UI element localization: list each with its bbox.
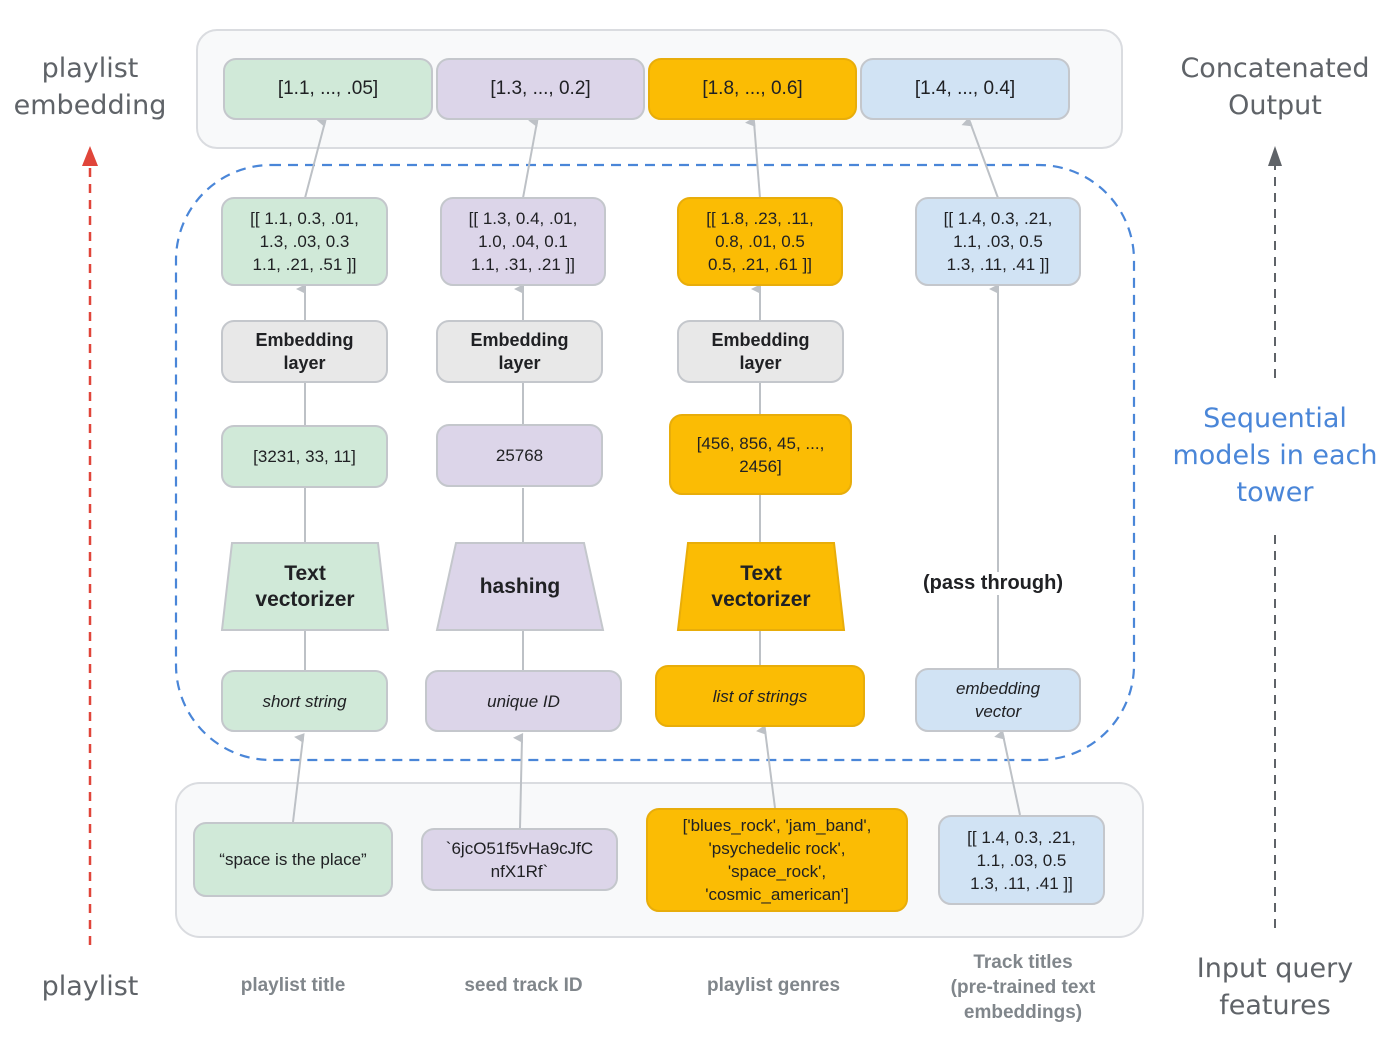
playlist-label: playlist	[41, 971, 139, 1002]
tower-4-preprocessor-label: (pass through)	[921, 572, 1065, 595]
sequential-models-label: Sequential models in each tower	[1172, 403, 1378, 508]
tower-2-input-example: `6jcO51f5vHa9cJfC nfX1Rf`	[421, 828, 618, 891]
playlist-arrow-head-icon	[82, 146, 98, 166]
tower-1-input-example: “space is the place”	[193, 822, 393, 897]
tower-1-output-vector: [1.1, ..., .05]	[223, 58, 433, 120]
tower-2-tokens: 25768	[436, 424, 603, 487]
tower-4-input-example: [[ 1.4, 0.3, .21, 1.1, .03, 0.5 1.3, .11…	[938, 815, 1105, 905]
tower-3-preprocessor-label: Text vectorizer	[711, 561, 811, 611]
tower-1-embedding-layer: Embedding layer	[221, 320, 388, 383]
tower-3-input-type: list of strings	[655, 665, 865, 727]
tower-4-input-type: embedding vector	[915, 668, 1081, 732]
tower-1-feature-label: playlist title	[240, 975, 346, 996]
concatenated-output-label: Concatenated Output	[1180, 53, 1370, 121]
tower-2-input-type: unique ID	[425, 670, 622, 732]
tower-1-preprocessor-label: Text vectorizer	[255, 561, 355, 611]
input-query-features-label: Input query features	[1196, 953, 1354, 1021]
tower-2-embedding-layer: Embedding layer	[436, 320, 603, 383]
tower-2-feature-label: seed track ID	[464, 975, 583, 996]
tower-1-input-type: short string	[221, 670, 388, 732]
tower-3-input-example: ['blues_rock', 'jam_band', 'psychedelic …	[646, 808, 908, 912]
tower-3-output-vector: [1.8, ..., 0.6]	[648, 58, 857, 120]
tower-3-embedding-layer: Embedding layer	[677, 320, 844, 383]
tower-1-tokens: [3231, 33, 11]	[221, 425, 388, 488]
tower-2-preprocessor-label: hashing	[479, 574, 561, 598]
tower-4-output-vector: [1.4, ..., 0.4]	[860, 58, 1070, 120]
playlist-embedding-label: playlist embedding	[13, 53, 167, 121]
tower-2-output-vector: [1.3, ..., 0.2]	[436, 58, 645, 120]
tower-3-tokens: [456, 856, 45, ..., 2456]	[669, 414, 852, 495]
tower-1-embedding-matrix: [[ 1.1, 0.3, .01, 1.3, .03, 0.3 1.1, .21…	[221, 197, 388, 286]
tower-2-embedding-matrix: [[ 1.3, 0.4, .01, 1.0, .04, 0.1 1.1, .31…	[440, 197, 606, 286]
tower-3-feature-label: playlist genres	[706, 975, 841, 996]
output-arrow-head-icon	[1268, 146, 1282, 166]
tower-4-feature-label: Track titles (pre-trained text embedding…	[950, 952, 1096, 1023]
tower-3-embedding-matrix: [[ 1.8, .23, .11, 0.8, .01, 0.5 0.5, .21…	[677, 197, 843, 286]
tower-4-embedding-matrix: [[ 1.4, 0.3, .21, 1.1, .03, 0.5 1.3, .11…	[915, 197, 1081, 286]
